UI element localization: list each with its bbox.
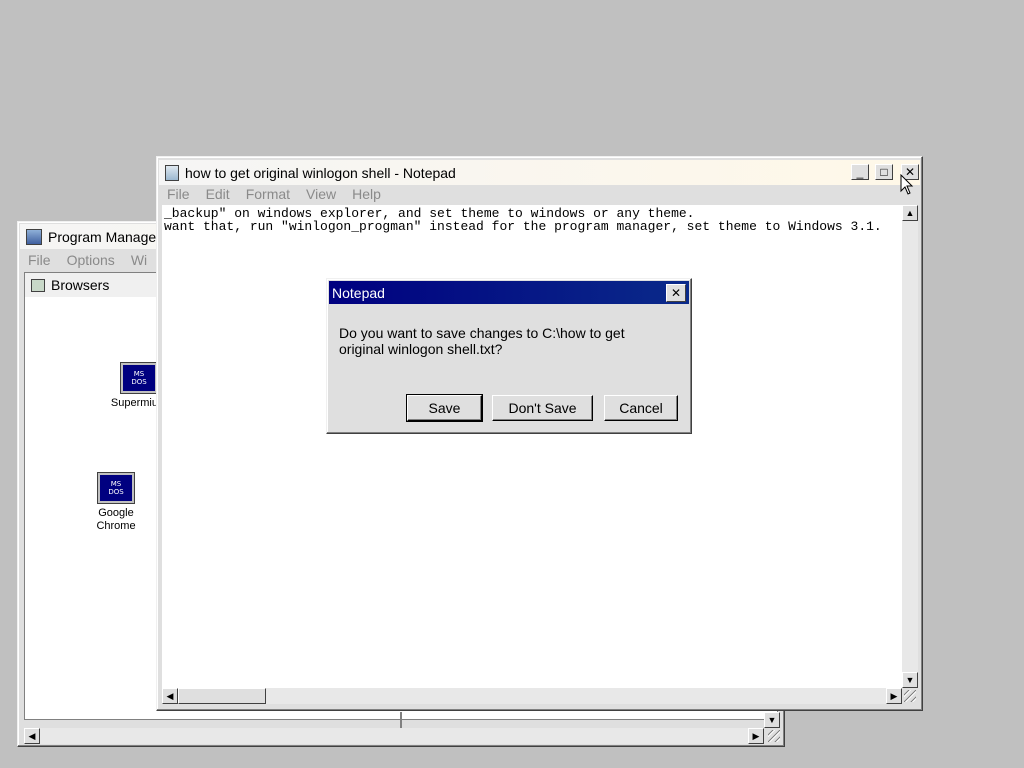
program-manager-icon [26,228,42,245]
dialog-title: Notepad [332,284,385,301]
notepad-title: how to get original winlogon shell - Not… [185,164,456,181]
group-icon [31,278,45,292]
google-chrome-label: Google Chrome [96,507,136,532]
notepad-resize-grip-icon[interactable] [904,690,916,702]
ms-dos-icon: MS DOS [120,362,158,394]
notepad-icon [165,164,179,181]
text-line-2: want that, run "winlogon_progman" instea… [164,219,882,234]
horizontal-scroll-thumb[interactable] [178,688,266,704]
dialog-message-line-1: Do you want to save changes to C:\how to… [339,325,625,341]
cancel-button[interactable]: Cancel [604,395,678,421]
minimize-button[interactable]: _ [851,164,869,180]
pm-scroll-left-button[interactable]: ◀ [24,728,40,744]
notepad-menubar: File Edit Format View Help [159,183,920,205]
notepad-titlebar[interactable]: how to get original winlogon shell - Not… [159,160,920,185]
pm-horizontal-scrollbar[interactable]: ◀ ▶ [24,728,764,744]
pm-menu-file[interactable]: File [20,252,59,268]
menu-view[interactable]: View [298,186,344,202]
dont-save-button[interactable]: Don't Save [492,395,593,421]
pm-scroll-right-button[interactable]: ▶ [748,728,764,744]
pm-divider [400,712,402,728]
program-manager-title: Program Manage [48,228,157,245]
scroll-left-button[interactable]: ◀ [162,688,178,704]
ms-dos-icon: MS DOS [97,472,135,504]
scroll-right-button[interactable]: ▶ [886,688,902,704]
program-icon-google-chrome[interactable]: MS DOS Google Chrome [85,472,147,533]
dialog-titlebar[interactable]: Notepad ✕ [329,281,689,304]
pm-menu-window[interactable]: Wi [123,252,155,268]
menu-file[interactable]: File [159,186,198,202]
menu-format[interactable]: Format [238,186,298,202]
browsers-group-title: Browsers [51,277,110,293]
notepad-horizontal-scrollbar[interactable]: ◀ ▶ [162,688,902,704]
text-line-1: _backup" on windows explorer, and set th… [164,206,695,221]
scroll-down-button[interactable]: ▼ [902,672,918,688]
menu-help[interactable]: Help [344,186,389,202]
pm-resize-grip-icon[interactable] [768,730,780,742]
menu-edit[interactable]: Edit [198,186,238,202]
save-button[interactable]: Save [406,394,483,422]
pm-scroll-down-button[interactable]: ▼ [764,712,780,728]
save-changes-dialog: Notepad ✕ Do you want to save changes to… [326,278,692,434]
dialog-message-line-2: original winlogon shell.txt? [339,341,503,357]
notepad-vertical-scrollbar[interactable]: ▲ ▼ [902,205,918,688]
dialog-message: Do you want to save changes to C:\how to… [339,325,625,357]
maximize-button[interactable]: □ [875,164,893,180]
scroll-up-button[interactable]: ▲ [902,205,918,221]
dialog-close-button[interactable]: ✕ [666,284,686,302]
pm-menu-options[interactable]: Options [59,252,123,268]
mouse-cursor-icon [900,174,914,195]
